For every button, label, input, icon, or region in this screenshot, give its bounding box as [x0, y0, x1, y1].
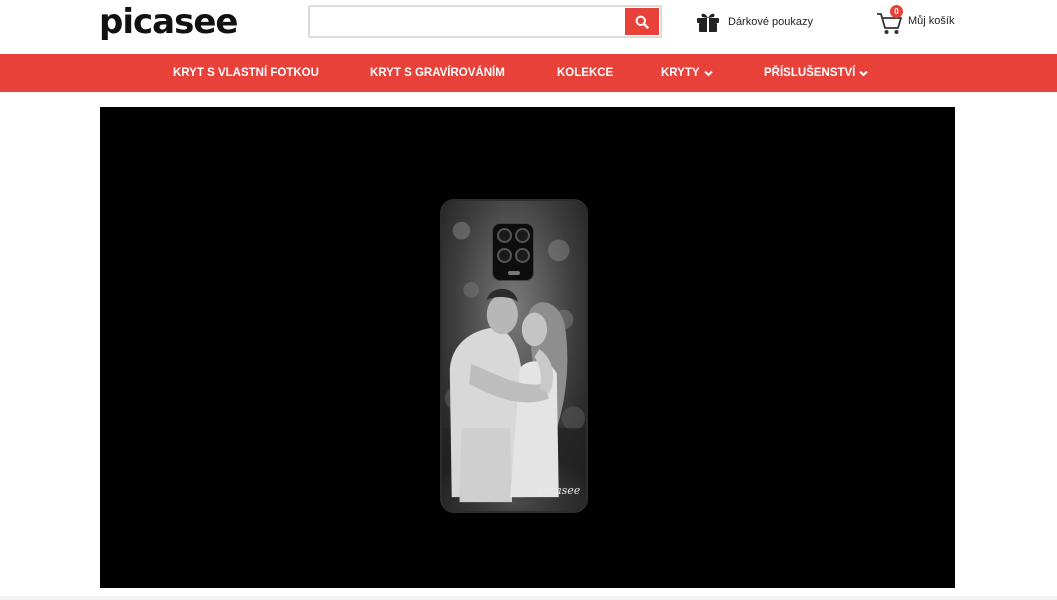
search-icon [635, 15, 649, 29]
camera-flash [508, 271, 520, 275]
content-divider [0, 596, 1057, 600]
chevron-down-icon [859, 70, 869, 76]
camera-lens [515, 248, 530, 263]
cart-count-badge: 0 [890, 5, 903, 18]
hero-banner: Picasee [100, 107, 955, 588]
nav-item-cases[interactable]: KRYTY [661, 54, 713, 92]
brand-watermark: Picasee [538, 484, 581, 497]
logo[interactable]: picasee [99, 5, 238, 39]
gift-vouchers-link[interactable]: Dárkové poukazy [696, 11, 813, 33]
search-button[interactable] [625, 8, 659, 35]
nav-item-label: KRYTY [661, 67, 700, 79]
nav-item-label: PŘÍSLUŠENSTVÍ [764, 67, 856, 79]
camera-module [492, 223, 534, 281]
nav-item-label: KOLEKCE [557, 67, 614, 79]
chevron-down-icon [703, 70, 713, 76]
nav-item-accessories[interactable]: PŘÍSLUŠENSTVÍ [764, 54, 869, 92]
gift-vouchers-label: Dárkové poukazy [728, 16, 813, 28]
cart-link[interactable]: 0 Můj košík [876, 5, 955, 36]
nav-item-engraved-case[interactable]: KRYT S GRAVÍROVÁNÍM [370, 54, 505, 92]
gift-icon [697, 13, 719, 32]
nav-item-label: KRYT S VLASTNÍ FOTKOU [173, 67, 319, 79]
cart-label: Můj košík [908, 15, 955, 27]
camera-lens [515, 228, 530, 243]
nav-item-label: KRYT S GRAVÍROVÁNÍM [370, 67, 505, 79]
cart-icon-wrap: 0 [876, 5, 904, 36]
search-box [308, 5, 662, 38]
camera-lens [497, 248, 512, 263]
site-header: picasee Dárkové poukazy 0 Můj košík [0, 0, 1057, 54]
search-input[interactable] [310, 7, 626, 36]
nav-item-collections[interactable]: KOLEKCE [557, 54, 613, 92]
nav-item-custom-photo-case[interactable]: KRYT S VLASTNÍ FOTKOU [173, 54, 319, 92]
camera-lens [497, 228, 512, 243]
phone-case-image: Picasee [440, 199, 588, 513]
logo-text: picasee [99, 2, 238, 42]
main-nav: KRYT S VLASTNÍ FOTKOU KRYT S GRAVÍROVÁNÍ… [0, 54, 1057, 92]
